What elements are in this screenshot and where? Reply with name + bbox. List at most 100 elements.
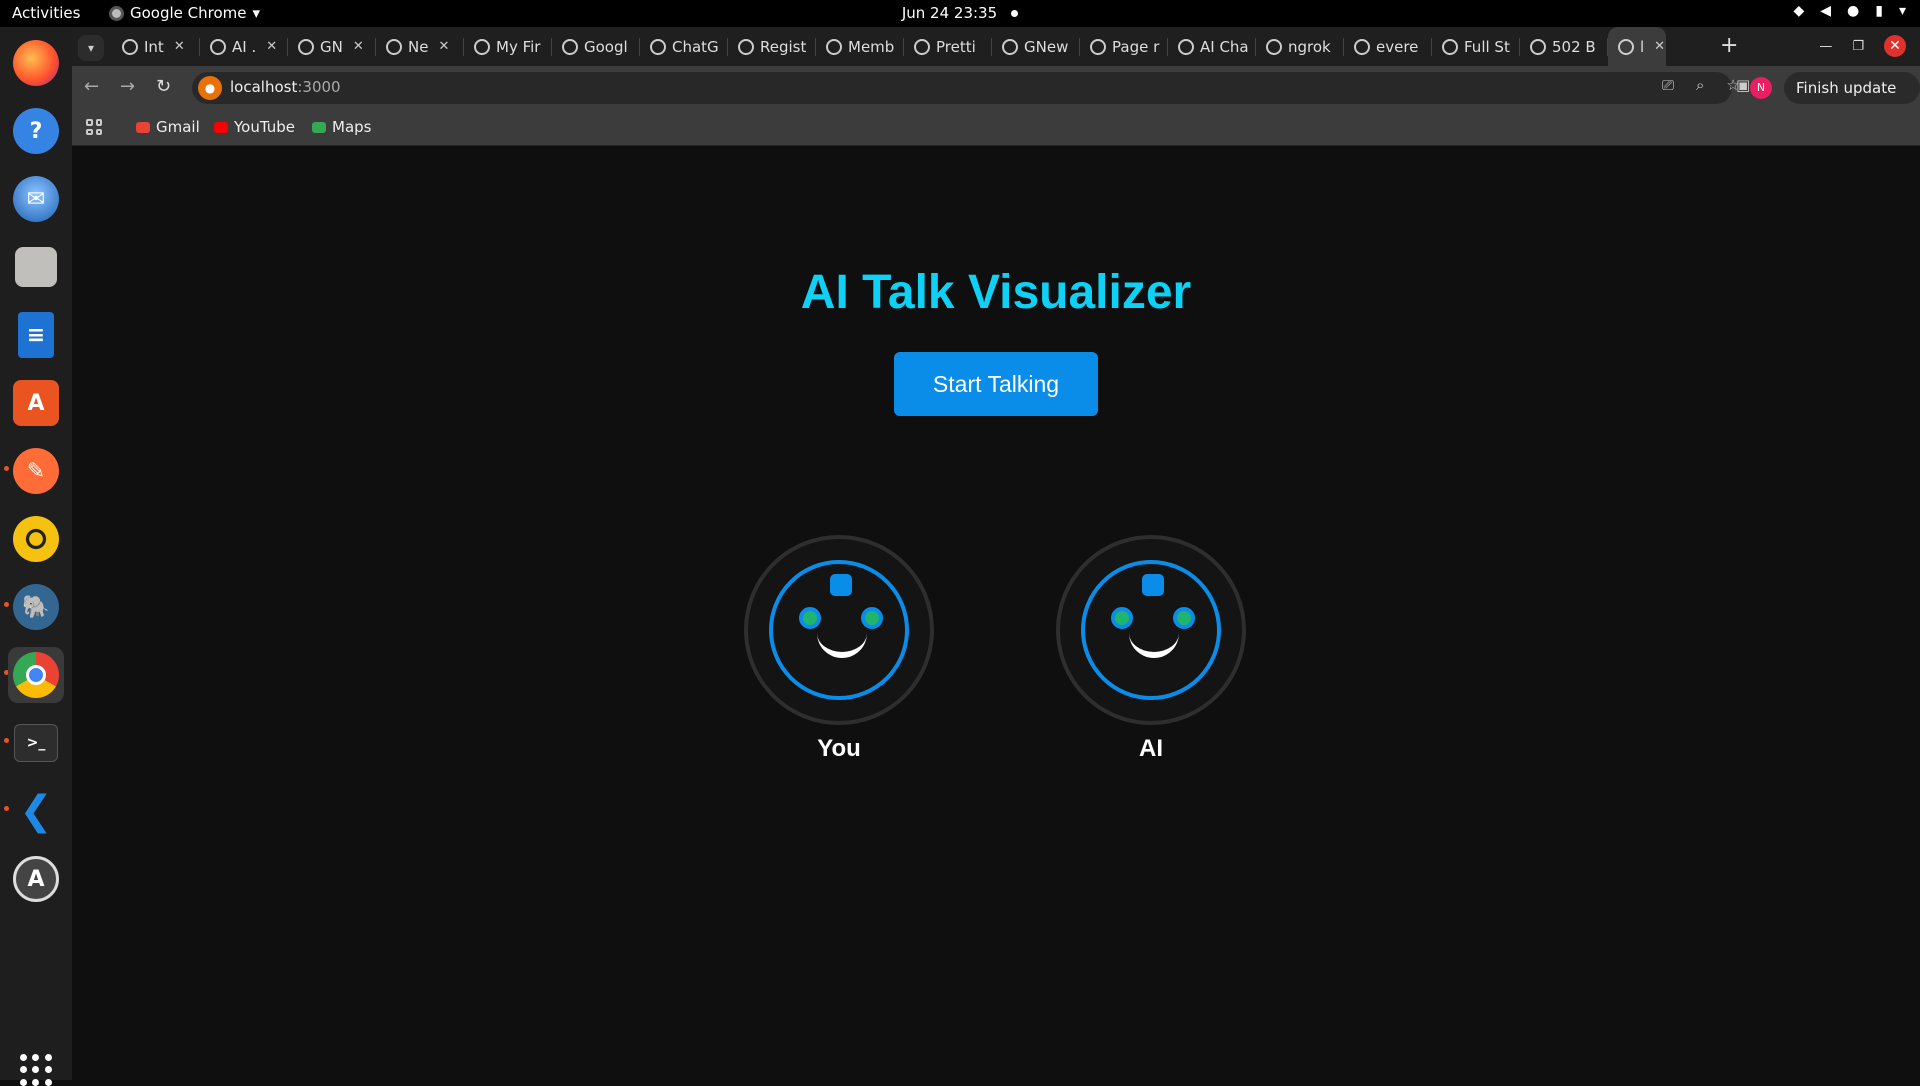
dock-thunderbird[interactable]: ✉ [8, 171, 64, 227]
smiley-face-icon [1081, 560, 1221, 700]
tab-close-icon[interactable]: ✕ [438, 39, 449, 54]
chevron-down-icon: ▾ [1898, 3, 1906, 19]
tab-label: evere [1376, 37, 1419, 56]
dock-writer[interactable]: ≡ [8, 307, 64, 363]
dock-terminal[interactable]: >_ [8, 715, 64, 771]
microphone-icon[interactable]: ● [198, 76, 222, 100]
tab-label: Regist [760, 37, 807, 56]
tab-label: Googl [584, 37, 628, 56]
apps-grid-icon[interactable] [86, 119, 102, 135]
dock-software-updater[interactable]: A [8, 851, 64, 907]
dock-vscode[interactable]: ❮ [8, 783, 64, 839]
tab-close-icon[interactable]: ✕ [1654, 39, 1665, 54]
notification-dot-icon [1011, 10, 1019, 17]
tab-close-icon[interactable]: ✕ [353, 39, 364, 54]
start-talking-button[interactable]: Start Talking [894, 352, 1098, 416]
forward-button[interactable]: → [120, 76, 135, 97]
bookmark-label: Maps [332, 118, 372, 136]
dock-files[interactable] [8, 239, 64, 295]
tab-favicon-icon [914, 38, 930, 55]
dock-app-center[interactable]: A [8, 375, 64, 431]
dock-chrome[interactable] [8, 647, 64, 703]
tab-label: AI . [232, 37, 257, 56]
dock-rhythmbox[interactable] [8, 511, 64, 567]
zoom-icon[interactable]: ⌕ [1696, 76, 1704, 94]
window-controls: — ❐ ✕ [1819, 35, 1906, 57]
browser-tab[interactable]: l ✕ [1608, 27, 1666, 66]
profile-avatar[interactable]: N [1750, 77, 1772, 99]
bookmark-maps[interactable]: Maps [312, 118, 371, 136]
tab-favicon-icon [562, 38, 578, 55]
browser-tab[interactable]: Ne ✕ [376, 27, 464, 66]
tab-label: ChatG [672, 37, 719, 56]
finish-update-button[interactable]: Finish update ⋮ [1784, 72, 1920, 129]
browser-tab[interactable]: 502 B [1520, 27, 1608, 66]
browser-tab[interactable]: Page r [1080, 27, 1168, 66]
rhythmbox-icon [13, 516, 59, 562]
bookmark-gmail[interactable]: Gmail [136, 118, 200, 136]
browser-tab[interactable]: Full St [1432, 27, 1520, 66]
tab-close-icon[interactable]: ✕ [174, 39, 185, 54]
browser-tab[interactable]: GNew [992, 27, 1080, 66]
browser-tab[interactable]: evere [1344, 27, 1432, 66]
bookmark-youtube[interactable]: YouTube [214, 118, 295, 136]
reload-button[interactable]: ↻ [156, 76, 171, 97]
restore-button[interactable]: ❐ [1852, 39, 1864, 54]
dock-postman[interactable]: ✎ [8, 443, 64, 499]
address-bar[interactable]: ● localhost:3000 [192, 72, 1732, 104]
face-ai: AI [1056, 535, 1246, 763]
toolbar-actions: ⎚ ⌕ ☆ [1662, 76, 1740, 94]
mouth [817, 632, 867, 658]
clock[interactable]: Jun 24 23:35 [0, 4, 1920, 22]
back-button[interactable]: ← [84, 76, 99, 97]
tab-label: l [1640, 37, 1645, 56]
dock-pgadmin[interactable]: 🐘 [8, 579, 64, 635]
browser-tab[interactable]: Pretti [904, 27, 992, 66]
tab-favicon-icon [122, 38, 138, 55]
minimize-button[interactable]: — [1819, 39, 1832, 54]
browser-tab[interactable]: AI . ✕ [200, 27, 288, 66]
browser-tab[interactable]: Int ✕ [112, 27, 200, 66]
tab-close-icon[interactable]: ✕ [266, 39, 277, 54]
face-label-ai: AI [1139, 735, 1163, 762]
help-icon: ? [13, 108, 59, 154]
tab-favicon-icon [1618, 38, 1634, 55]
browser-tab[interactable]: AI Cha [1168, 27, 1256, 66]
install-app-icon[interactable]: ⎚ [1662, 76, 1674, 94]
clock-text: Jun 24 23:35 [901, 4, 998, 22]
left-eye [799, 607, 821, 629]
tab-favicon-icon [474, 38, 490, 55]
browser-tab[interactable]: ChatG [640, 27, 728, 66]
show-apps-icon[interactable] [20, 1054, 52, 1086]
extension-icon[interactable]: ▣ [1736, 76, 1750, 94]
firefox-icon [13, 40, 59, 86]
browser-tab[interactable]: ngrok [1256, 27, 1344, 66]
dock-help[interactable]: ? [8, 103, 64, 159]
browser-tab[interactable]: Memb [816, 27, 904, 66]
browser-tab[interactable]: Regist [728, 27, 816, 66]
dock-firefox[interactable] [8, 35, 64, 91]
chrome-window: ▾ Int ✕ AI . ✕ GN ✕ Ne ✕ My Fir Googl ChatG Regist M… [72, 27, 1920, 1080]
tab-label: Page r [1112, 37, 1160, 56]
tab-favicon-icon [1442, 38, 1458, 55]
files-icon [15, 247, 57, 287]
pgadmin-icon: 🐘 [13, 584, 59, 630]
system-top-bar: Activities Google Chrome ▾ Jun 24 23:35 … [0, 0, 1920, 27]
tab-favicon-icon [738, 38, 754, 55]
close-window-button[interactable]: ✕ [1884, 35, 1906, 57]
tab-favicon-icon [1002, 38, 1018, 55]
app-center-icon: A [13, 380, 59, 426]
mouth [1129, 632, 1179, 658]
tab-favicon-icon [1090, 38, 1106, 55]
tab-label: ngrok [1288, 37, 1331, 56]
browser-tab[interactable]: Googl [552, 27, 640, 66]
dock: ? ✉ ≡ A ✎ 🐘 >_ ❮ A [0, 27, 72, 1086]
smiley-face-icon [769, 560, 909, 700]
gmail-icon [136, 121, 150, 133]
browser-tab[interactable]: My Fir [464, 27, 552, 66]
system-tray[interactable]: ◆ ◀ ● ▮ ▾ [1793, 3, 1906, 19]
tab-search-button[interactable]: ▾ [78, 35, 104, 61]
browser-tab[interactable]: GN ✕ [288, 27, 376, 66]
new-tab-button[interactable]: + [1720, 33, 1738, 58]
tab-label: Int [144, 37, 164, 56]
